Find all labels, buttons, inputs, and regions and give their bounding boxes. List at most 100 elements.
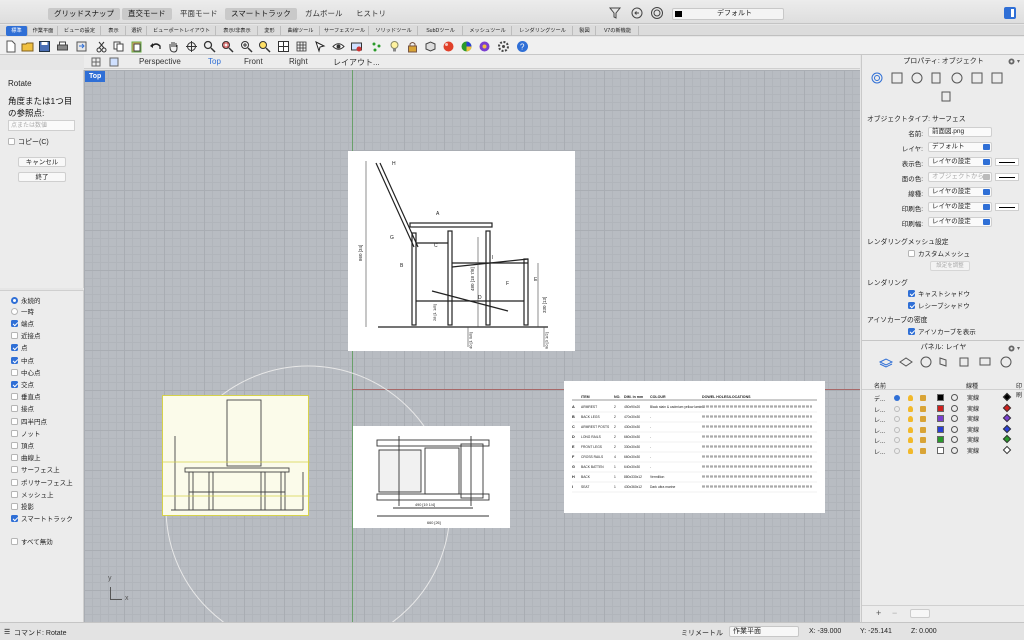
osnap-checkbox[interactable] xyxy=(11,478,18,486)
cast-shadows-option[interactable]: キャストシャドウ xyxy=(908,288,970,298)
cut-icon[interactable] xyxy=(95,40,108,53)
receive-shadows-option[interactable]: レシーブシャドウ xyxy=(908,300,970,310)
material-icon[interactable] xyxy=(951,436,958,443)
dropdown-arrow-icon[interactable] xyxy=(983,174,990,180)
zoom-window-icon[interactable] xyxy=(221,40,234,53)
top-viewport[interactable]: Top H A G C B I F E D 860 [34] 480 [18 7… xyxy=(84,70,860,622)
current-layer-icon[interactable] xyxy=(894,426,900,433)
osnap-checkbox[interactable] xyxy=(11,515,18,523)
print-color-icon[interactable] xyxy=(1002,403,1012,412)
paste-icon[interactable] xyxy=(130,40,143,53)
layer-color-swatch[interactable] xyxy=(937,394,944,401)
osnap-item[interactable]: 四半円点 xyxy=(11,417,47,428)
tab-cplanes[interactable]: 作業平面 xyxy=(29,26,58,36)
print-color-icon[interactable] xyxy=(1002,424,1012,433)
property-type-icons[interactable] xyxy=(870,70,1020,102)
tab-display[interactable]: 表示 xyxy=(102,26,126,36)
custom-mesh-checkbox[interactable] xyxy=(908,250,915,257)
layer-color-swatch[interactable] xyxy=(937,415,944,422)
print-color-icon[interactable] xyxy=(1002,413,1012,423)
target-icon[interactable] xyxy=(650,6,664,20)
finish-button[interactable]: 終了 xyxy=(18,172,66,182)
lock-icon[interactable] xyxy=(406,40,419,53)
print-color-icon[interactable] xyxy=(1002,445,1012,454)
undo-icon[interactable] xyxy=(149,40,162,53)
property-value[interactable]: 前面図.png xyxy=(928,127,992,137)
receive-shadows-checkbox[interactable] xyxy=(908,302,915,309)
lock-icon[interactable] xyxy=(920,416,926,422)
print-icon[interactable] xyxy=(56,40,69,53)
layer-row[interactable]: デ... 実線 xyxy=(862,392,1024,403)
osnap-checkbox[interactable] xyxy=(11,405,18,413)
tab-set-view[interactable]: ビューの設定 xyxy=(59,26,101,36)
options-gear-icon[interactable] xyxy=(497,40,510,53)
gear-icon[interactable] xyxy=(1007,57,1021,66)
zoom-icon[interactable] xyxy=(203,40,216,53)
help-icon[interactable]: ? xyxy=(516,40,529,53)
zoom-selected-icon[interactable] xyxy=(258,40,271,53)
layer-row[interactable]: レ... 実線 xyxy=(862,424,1024,435)
osnap-item[interactable]: 投影 xyxy=(11,502,34,513)
radio-persistent[interactable] xyxy=(11,297,18,304)
layer-color-swatch[interactable] xyxy=(937,436,944,443)
lightbulb-icon[interactable] xyxy=(908,416,913,422)
tab-subd-tools[interactable]: SubDツール xyxy=(419,26,463,36)
radio-one-time[interactable] xyxy=(11,308,18,315)
command-line[interactable]: コマンド: Rotate xyxy=(14,628,67,638)
tab-top[interactable]: Top xyxy=(208,57,221,66)
layer-visibility-icon[interactable] xyxy=(350,40,363,53)
tab-perspective[interactable]: Perspective xyxy=(139,57,181,66)
print-color-icon[interactable] xyxy=(1002,434,1012,444)
layer-row[interactable]: レ... 実線 xyxy=(862,434,1024,445)
osnap-item[interactable]: ポリサーフェス上 xyxy=(11,478,73,489)
disable-all-checkbox[interactable] xyxy=(11,538,18,545)
osnap-item[interactable]: 近接点 xyxy=(11,331,41,342)
osnap-checkbox[interactable] xyxy=(11,503,18,510)
gumball-toggle[interactable]: ガムボール xyxy=(299,8,349,20)
current-layer-icon[interactable] xyxy=(894,395,900,401)
show-isocurves-option[interactable]: アイソカーブを表示 xyxy=(908,326,976,336)
lightbulb-icon[interactable] xyxy=(908,447,913,454)
osnap-checkbox[interactable] xyxy=(11,381,18,388)
osnap-checkbox[interactable] xyxy=(11,454,18,462)
import-icon[interactable] xyxy=(75,40,88,53)
osnap-checkbox[interactable] xyxy=(11,417,18,425)
osnap-checkbox[interactable] xyxy=(11,490,18,498)
eye-icon[interactable] xyxy=(332,40,345,53)
osnap-checkbox[interactable] xyxy=(11,344,18,352)
osnap-checkbox[interactable] xyxy=(11,466,18,474)
material-icon[interactable] xyxy=(951,415,958,422)
osnap-item[interactable]: ノット xyxy=(11,429,40,440)
show-isocurves-checkbox[interactable] xyxy=(908,328,915,335)
lightbulb-icon[interactable] xyxy=(908,395,913,401)
panel-toggle-icon[interactable] xyxy=(1003,6,1017,20)
box-icon[interactable] xyxy=(424,40,437,53)
custom-mesh-option[interactable]: カスタムメッシュ xyxy=(908,248,970,258)
tab-drafting[interactable]: 製図 xyxy=(574,26,596,36)
grid-icon[interactable] xyxy=(295,40,308,53)
current-layer-icon[interactable] xyxy=(894,437,900,443)
tab-visibility[interactable]: 表示/非表示 xyxy=(217,26,258,36)
osnap-checkbox[interactable] xyxy=(11,320,18,327)
ortho-toggle[interactable]: 直交モード xyxy=(122,8,172,20)
command-input[interactable]: 点または数値 xyxy=(8,120,75,131)
tab-right[interactable]: Right xyxy=(289,57,308,66)
osnap-persistent[interactable]: 永続的 xyxy=(11,296,41,307)
new-file-icon[interactable] xyxy=(4,40,17,53)
tab-viewport-layout[interactable]: ビューポートレイアウト xyxy=(148,26,216,36)
tab-front[interactable]: Front xyxy=(244,57,263,66)
material-icon[interactable] xyxy=(951,394,958,401)
osnap-item[interactable]: 点 xyxy=(11,343,28,354)
print-color-icon[interactable] xyxy=(1002,392,1012,402)
osnap-item[interactable]: 端点 xyxy=(11,319,34,330)
osnap-checkbox[interactable] xyxy=(11,332,18,340)
osnap-item[interactable]: 曲線上 xyxy=(11,453,41,464)
back-arrow-icon[interactable] xyxy=(630,6,644,20)
front-elevation-sheet[interactable]: H A G C B I F E D 860 [34] 480 [18 7/8] … xyxy=(348,151,575,351)
plan-view-sheet[interactable]: 490 [19 1/4] 660 [26] xyxy=(353,426,510,528)
four-view-icon[interactable] xyxy=(277,40,290,53)
grid-snap-toggle[interactable]: グリッドスナップ xyxy=(48,8,120,20)
cast-shadows-checkbox[interactable] xyxy=(908,290,915,297)
osnap-item[interactable]: 垂直点 xyxy=(11,392,41,403)
history-toggle[interactable]: ヒストリ xyxy=(350,8,392,20)
